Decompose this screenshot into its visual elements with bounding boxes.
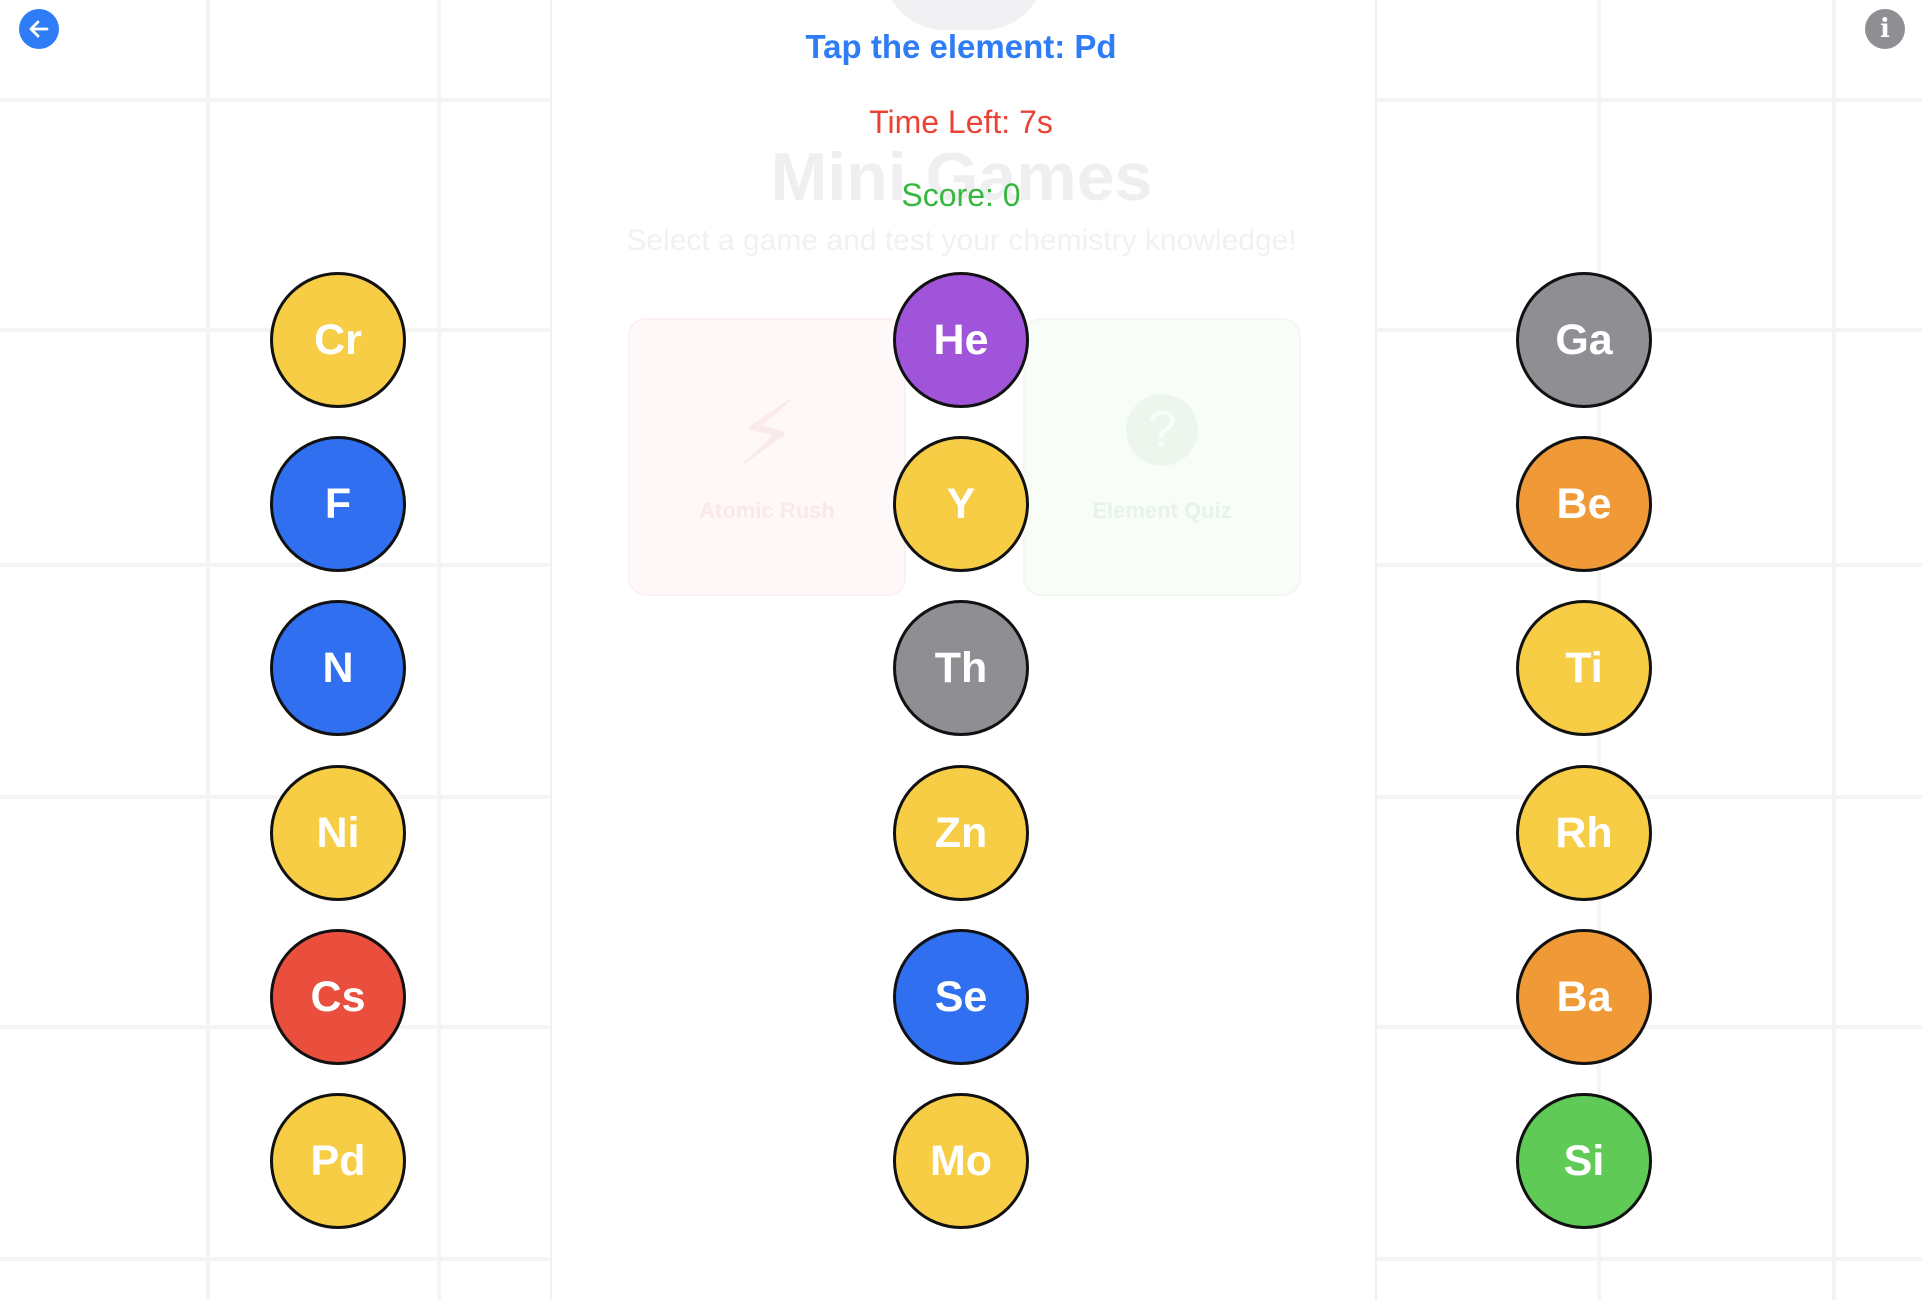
element-symbol: Y — [946, 479, 976, 528]
element-symbol: He — [933, 315, 989, 364]
element-symbol: Rh — [1555, 808, 1613, 857]
game-screen: Mini Games Select a game and test your c… — [0, 0, 1922, 1300]
arrow-left-icon — [29, 20, 49, 38]
grid-line — [437, 0, 441, 1300]
element-bubble-f[interactable]: F — [270, 436, 406, 572]
atomic-rush-card: ⚡ Atomic Rush — [628, 318, 906, 596]
grid-line — [206, 0, 210, 1300]
grid-line — [1832, 0, 1836, 1300]
element-symbol: Cs — [310, 972, 366, 1021]
element-bubble-si[interactable]: Si — [1516, 1093, 1652, 1229]
element-bubble-pd[interactable]: Pd — [270, 1093, 406, 1229]
element-bubble-zn[interactable]: Zn — [893, 765, 1029, 901]
element-symbol: Si — [1563, 1136, 1605, 1185]
element-symbol: F — [324, 479, 352, 528]
element-symbol: N — [322, 643, 354, 692]
element-symbol: Se — [934, 972, 988, 1021]
element-bubble-mo[interactable]: Mo — [893, 1093, 1029, 1229]
element-bubble-ba[interactable]: Ba — [1516, 929, 1652, 1065]
element-quiz-label: Element Quiz — [1092, 498, 1232, 523]
target-prompt: Tap the element: Pd — [805, 28, 1117, 65]
element-symbol: Zn — [934, 808, 988, 857]
element-symbol: Pd — [310, 1136, 366, 1185]
question-mark-icon: ? — [1126, 394, 1198, 466]
background-subtitle: Select a game and test your chemistry kn… — [626, 224, 1297, 257]
element-symbol: Mo — [929, 1136, 993, 1185]
element-bubble-y[interactable]: Y — [893, 436, 1029, 572]
element-bubble-th[interactable]: Th — [893, 600, 1029, 736]
atomic-rush-label: Atomic Rush — [699, 498, 835, 523]
element-bubble-cs[interactable]: Cs — [270, 929, 406, 1065]
time-left: Time Left: 7s — [869, 104, 1053, 140]
element-symbol: Ga — [1555, 315, 1613, 364]
score: Score: 0 — [901, 177, 1021, 213]
lightning-icon: ⚡ — [735, 385, 799, 485]
element-symbol: Ni — [316, 808, 360, 857]
element-bubble-ni[interactable]: Ni — [270, 765, 406, 901]
element-bubble-cr[interactable]: Cr — [270, 272, 406, 408]
info-button[interactable]: i — [1865, 9, 1905, 49]
element-bubble-rh[interactable]: Rh — [1516, 765, 1652, 901]
element-symbol: Ti — [1565, 643, 1603, 692]
back-button[interactable] — [19, 9, 59, 49]
element-symbol: Ba — [1556, 972, 1612, 1021]
element-symbol: Cr — [314, 315, 362, 364]
element-bubble-se[interactable]: Se — [893, 929, 1029, 1065]
element-symbol: Be — [1556, 479, 1612, 528]
element-bubble-ga[interactable]: Ga — [1516, 272, 1652, 408]
element-bubble-be[interactable]: Be — [1516, 436, 1652, 572]
element-quiz-card: ? Element Quiz — [1023, 318, 1301, 596]
info-icon: i — [1880, 14, 1890, 44]
element-bubble-n[interactable]: N — [270, 600, 406, 736]
element-bubble-ti[interactable]: Ti — [1516, 600, 1652, 736]
element-symbol: Th — [934, 643, 988, 692]
element-bubble-he[interactable]: He — [893, 272, 1029, 408]
